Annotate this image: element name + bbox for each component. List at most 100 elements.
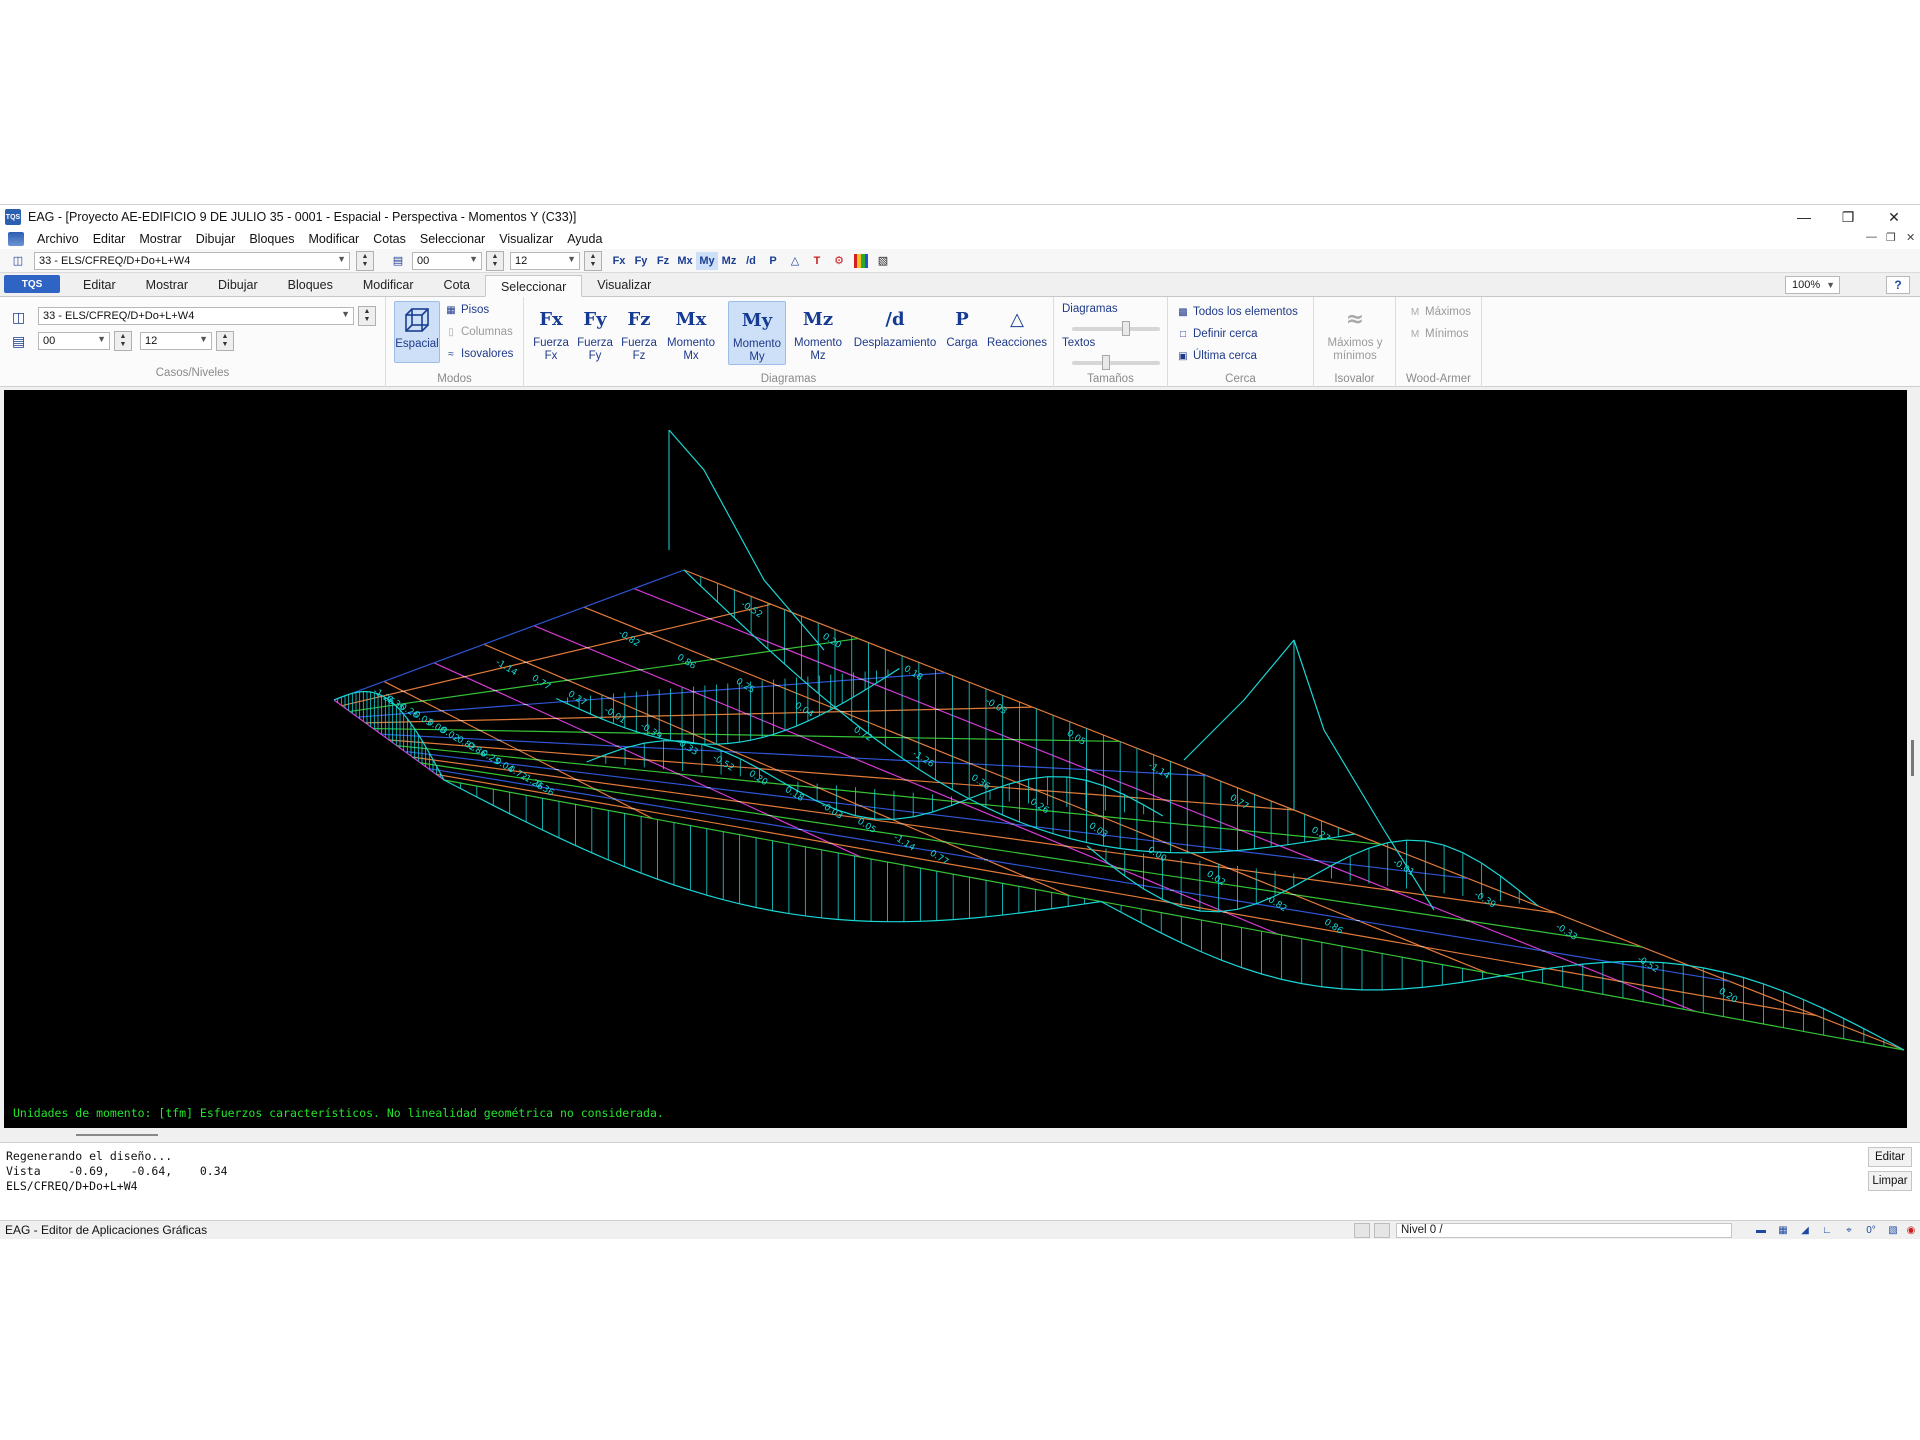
wood-maximos-button[interactable]: M Máximos <box>1408 305 1471 319</box>
status-ortho-icon[interactable]: ◢ <box>1796 1223 1814 1238</box>
menu-bloques[interactable]: Bloques <box>242 232 301 246</box>
menu-mostrar[interactable]: Mostrar <box>132 232 188 246</box>
quick-settings-icon[interactable]: ⚙ <box>828 252 850 270</box>
quick-case-spinner[interactable]: ▲ ▼ <box>356 250 374 271</box>
displacement-icon: /d <box>885 308 905 330</box>
fuerza-fy-button[interactable]: Fy Fuerza Fy <box>574 301 616 363</box>
quick-mz-icon[interactable]: Mz <box>718 252 740 270</box>
close-icon[interactable]: ✕ <box>1872 205 1916 229</box>
status-record-icon[interactable]: ◉ <box>1902 1223 1920 1238</box>
status-zoom-icon[interactable]: ⌖ <box>1840 1223 1858 1238</box>
quick-mx-icon[interactable]: Mx <box>674 252 696 270</box>
moment-diagram-curve <box>668 429 825 651</box>
diagram-value-label: 0.86 <box>1322 918 1345 937</box>
mdi-restore-icon[interactable]: ❐ <box>1886 231 1896 244</box>
textos-size-thumb[interactable] <box>1102 355 1111 370</box>
drawing-canvas[interactable]: -1.26 -1.14 -0.82 -0.52 0.36 0.77 0.86 0.20 0.26… <box>4 390 1907 1128</box>
quick-fz-icon[interactable]: Fz <box>652 252 674 270</box>
tab-cota[interactable]: Cota <box>429 274 485 296</box>
tab-bloques[interactable]: Bloques <box>273 274 348 296</box>
fuerza-fz-button[interactable]: Fz Fuerza Fz <box>618 301 660 363</box>
restore-icon[interactable]: ❐ <box>1826 205 1870 229</box>
tab-editar[interactable]: Editar <box>68 274 131 296</box>
diagramas-size-thumb[interactable] <box>1121 321 1130 336</box>
help-button[interactable]: ? <box>1886 276 1910 294</box>
menu-modificar[interactable]: Modificar <box>302 232 367 246</box>
pisos-button[interactable]: ▦ Pisos <box>444 303 489 317</box>
menu-seleccionar[interactable]: Seleccionar <box>413 232 492 246</box>
momento-my-button[interactable]: My Momento My <box>728 301 786 365</box>
diagramas-size-label: Diagramas <box>1062 303 1118 315</box>
quick-text-icon[interactable]: T <box>806 252 828 270</box>
fuerza-fx-button[interactable]: Fx Fuerza Fx <box>530 301 572 363</box>
vertical-scrollbar[interactable] <box>1907 390 1920 1128</box>
tab-dibujar[interactable]: Dibujar <box>203 274 273 296</box>
level-from-combo[interactable]: 00 ▼ <box>38 332 110 350</box>
menu-ayuda[interactable]: Ayuda <box>560 232 609 246</box>
edit-console-button[interactable]: Editar <box>1868 1147 1912 1167</box>
tab-seleccionar[interactable]: Seleccionar <box>484 275 583 297</box>
quick-toolbar: ◫ 33 - ELS/CFREQ/D+Do+L+W4 ▼ ▲ ▼ ▤ 00 ▼ ▲… <box>0 249 1920 273</box>
level-to-spinner[interactable]: ▲ ▼ <box>216 331 234 351</box>
column-icon: ▯ <box>448 326 454 338</box>
menu-cotas[interactable]: Cotas <box>366 232 413 246</box>
status-blue-bar-icon[interactable]: ▬ <box>1752 1223 1770 1238</box>
quick-level-from-combo[interactable]: 00 ▼ <box>412 251 482 270</box>
textos-size-slider[interactable] <box>1072 355 1160 370</box>
document-icon[interactable] <box>8 232 24 246</box>
reacciones-button[interactable]: △ Reacciones <box>984 301 1050 350</box>
vertical-scroll-thumb[interactable] <box>1911 740 1914 776</box>
mdi-minimize-icon[interactable]: — <box>1866 231 1877 243</box>
espacial-button[interactable]: Espacial <box>394 301 440 363</box>
maximos-minimos-button[interactable]: ≈ Máximos y mínimos <box>1318 301 1392 363</box>
quick-displacement-icon[interactable]: /d <box>740 252 762 270</box>
diagram-value-label: -1.14 <box>494 658 519 679</box>
quick-fx-icon[interactable]: Fx <box>608 252 630 270</box>
isovalores-button[interactable]: ≈ Isovalores <box>444 347 513 361</box>
level-from-spinner[interactable]: ▲ ▼ <box>114 331 132 351</box>
ultima-cerca-button[interactable]: ▣ Última cerca <box>1176 349 1257 363</box>
todos-elementos-button[interactable]: ▩ Todos los elementos <box>1176 305 1298 319</box>
menu-editar[interactable]: Editar <box>86 232 133 246</box>
quick-case-combo[interactable]: 33 - ELS/CFREQ/D+Do+L+W4 ▼ <box>34 251 350 270</box>
level-to-combo[interactable]: 12 ▼ <box>140 332 212 350</box>
zoom-combo[interactable]: 100% ▼ <box>1785 276 1840 294</box>
clear-console-button[interactable]: Limpar <box>1868 1171 1912 1191</box>
tab-visualizar[interactable]: Visualizar <box>582 274 666 296</box>
menu-archivo[interactable]: Archivo <box>30 232 86 246</box>
horizontal-scroll-thumb[interactable] <box>76 1134 158 1136</box>
quick-my-icon[interactable]: My <box>696 251 718 270</box>
quick-load-icon[interactable]: P <box>762 252 784 270</box>
quick-reactions-icon[interactable]: △ <box>784 252 806 270</box>
status-layer-icon[interactable]: ▧ <box>1884 1223 1902 1238</box>
momento-mz-button[interactable]: Mz Momento Mz <box>790 301 846 363</box>
status-grid-icon[interactable]: ▦ <box>1774 1223 1792 1238</box>
diagramas-size-slider[interactable] <box>1072 321 1160 336</box>
case-spinner[interactable]: ▲ ▼ <box>358 306 376 326</box>
momento-mx-button[interactable]: Mx Momento Mx <box>664 301 718 363</box>
menu-dibujar[interactable]: Dibujar <box>189 232 243 246</box>
horizontal-scrollbar[interactable] <box>4 1128 1907 1142</box>
minimize-icon[interactable]: — <box>1782 205 1826 229</box>
case-combo[interactable]: 33 - ELS/CFREQ/D+Do+L+W4 ▼ <box>38 307 354 325</box>
menu-visualizar[interactable]: Visualizar <box>492 232 560 246</box>
tab-modificar[interactable]: Modificar <box>348 274 429 296</box>
zoom-value: 100% <box>1792 279 1821 291</box>
status-angle-icon[interactable]: 0° <box>1862 1223 1880 1238</box>
quick-level-to-combo[interactable]: 12 ▼ <box>510 251 580 270</box>
columnas-button[interactable]: ▯ Columnas <box>444 325 513 339</box>
wood-minimos-button[interactable]: M Mínimos <box>1408 327 1469 341</box>
save-icon[interactable]: ▧ <box>872 252 894 270</box>
quick-fy-icon[interactable]: Fy <box>630 252 652 270</box>
carga-button[interactable]: P Carga <box>942 301 982 350</box>
quick-level-from-spinner[interactable]: ▲ ▼ <box>486 250 504 271</box>
app-menu-button[interactable]: TQS <box>4 275 60 293</box>
quick-level-to-spinner[interactable]: ▲ ▼ <box>584 250 602 271</box>
status-app-name: EAG - Editor de Aplicaciones Gráficas <box>5 1223 208 1237</box>
tab-mostrar[interactable]: Mostrar <box>131 274 203 296</box>
desplazamiento-button[interactable]: /d Desplazamiento <box>850 301 940 350</box>
definir-cerca-button[interactable]: □ Definir cerca <box>1176 327 1258 341</box>
quick-color-scale-icon[interactable] <box>850 252 872 270</box>
status-snap-icon[interactable]: ∟ <box>1818 1223 1836 1238</box>
mdi-close-icon[interactable]: ✕ <box>1906 231 1915 244</box>
